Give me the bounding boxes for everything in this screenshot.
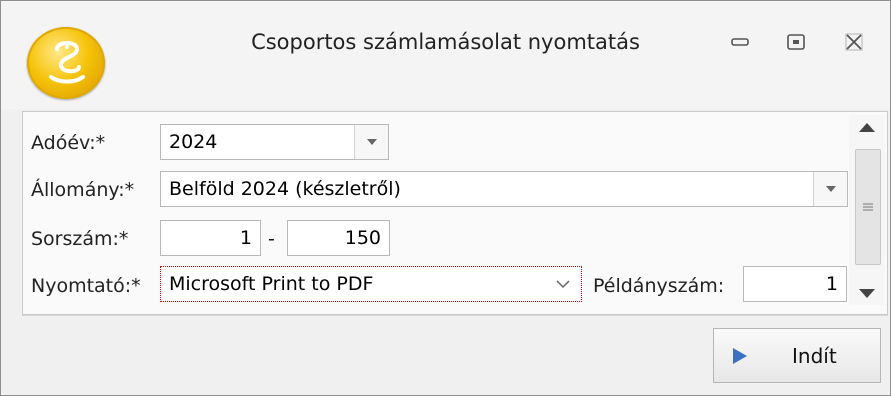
printer-dropdown-button[interactable] xyxy=(545,267,581,301)
close-icon xyxy=(845,33,863,51)
printer-label: Nyomtató:* xyxy=(31,275,141,297)
dialog-window: Csoportos számlamásolat nyomtatás Adóév:… xyxy=(0,0,891,396)
start-button[interactable]: Indít xyxy=(713,328,881,383)
vertical-scrollbar[interactable] xyxy=(849,115,885,305)
minimize-button[interactable] xyxy=(723,25,757,59)
chevron-down-icon xyxy=(825,186,836,192)
file-dropdown-button[interactable] xyxy=(813,172,847,206)
copies-label: Példányszám: xyxy=(593,275,725,297)
serial-separator: - xyxy=(268,228,275,250)
close-button[interactable] xyxy=(837,25,871,59)
copies-value: 1 xyxy=(825,273,838,295)
printer-value: Microsoft Print to PDF xyxy=(169,273,374,295)
year-value: 2024 xyxy=(169,131,218,153)
serial-from-input[interactable]: 1 xyxy=(160,220,261,256)
printer-select[interactable]: Microsoft Print to PDF xyxy=(160,266,582,302)
year-label: Adóév:* xyxy=(31,132,106,154)
scroll-down-button[interactable] xyxy=(849,281,885,305)
arrow-up-icon xyxy=(859,122,875,132)
serial-to-value: 150 xyxy=(344,227,381,249)
copies-input[interactable]: 1 xyxy=(743,266,847,302)
year-select[interactable]: 2024 xyxy=(160,124,389,160)
form-panel: Adóév:* 2024 Állomány:* Belföld 2024 (ké… xyxy=(22,111,888,315)
file-select[interactable]: Belföld 2024 (készletről) xyxy=(160,171,848,207)
play-icon xyxy=(733,347,747,364)
grip-icon xyxy=(863,203,873,211)
chevron-down-icon xyxy=(556,279,570,288)
file-label: Állomány:* xyxy=(31,179,135,201)
title-bar[interactable]: Csoportos számlamásolat nyomtatás xyxy=(1,1,890,109)
serial-to-input[interactable]: 150 xyxy=(287,220,390,256)
restore-icon xyxy=(787,34,805,50)
serial-label: Sorszám:* xyxy=(31,228,129,250)
minimize-icon xyxy=(731,38,749,46)
start-button-label: Indít xyxy=(792,343,837,368)
arrow-down-icon xyxy=(859,288,875,298)
restore-button[interactable] xyxy=(779,25,813,59)
chevron-down-icon xyxy=(366,139,377,145)
footer-bar: Indít xyxy=(22,315,888,391)
file-value: Belföld 2024 (készletről) xyxy=(169,178,401,200)
year-dropdown-button[interactable] xyxy=(354,125,388,159)
scroll-thumb[interactable] xyxy=(855,149,881,265)
scroll-up-button[interactable] xyxy=(849,115,885,139)
serial-from-value: 1 xyxy=(239,227,252,249)
